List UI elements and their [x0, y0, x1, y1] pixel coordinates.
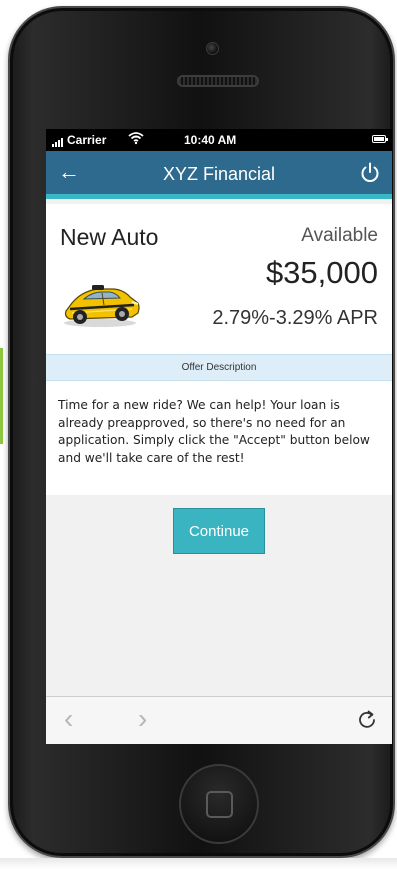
app-header: ← XYZ Financial [46, 151, 392, 199]
signal-icon [52, 137, 64, 147]
side-accent-strip [0, 348, 3, 444]
app-title: XYZ Financial [162, 164, 276, 184]
offer-name: New Auto [60, 224, 159, 250]
stage: Carrier 10:40 AM ← XYZ Financial New Aut… [0, 0, 397, 869]
phone-screen: Carrier 10:40 AM ← XYZ Financial New Aut… [46, 129, 392, 744]
offer-description-text: Time for a new ride? We can help! Your l… [46, 381, 392, 495]
offer-amount: $35,000 [265, 255, 378, 290]
phone-frame: Carrier 10:40 AM ← XYZ Financial New Aut… [8, 6, 395, 858]
wifi-icon [128, 131, 144, 148]
front-camera [206, 42, 219, 55]
earpiece-speaker [177, 75, 259, 87]
battery-icon [372, 135, 388, 143]
offer-apr: 2.79%-3.29% APR [212, 307, 378, 329]
available-label: Available [301, 225, 378, 246]
status-bar: Carrier 10:40 AM [46, 129, 392, 151]
floor-reflection [0, 858, 397, 869]
home-square-icon [206, 791, 233, 818]
refresh-icon[interactable] [356, 709, 378, 731]
offer-card: New Auto Available $35,000 2.79%-3.29% A… [46, 204, 392, 354]
browser-back-icon[interactable]: ‹ [64, 705, 73, 733]
offer-description-header: Offer Description [46, 354, 392, 381]
home-button[interactable] [179, 764, 259, 844]
carrier-label: Carrier [67, 133, 107, 147]
browser-forward-icon[interactable]: › [138, 705, 147, 733]
clock: 10:40 AM [184, 133, 237, 147]
power-icon[interactable] [358, 161, 382, 185]
carrier-indicator: Carrier [52, 133, 106, 147]
yellow-taxi-car-icon [58, 277, 142, 329]
browser-toolbar: ‹ › [46, 696, 392, 744]
continue-button[interactable]: Continue [173, 508, 265, 554]
